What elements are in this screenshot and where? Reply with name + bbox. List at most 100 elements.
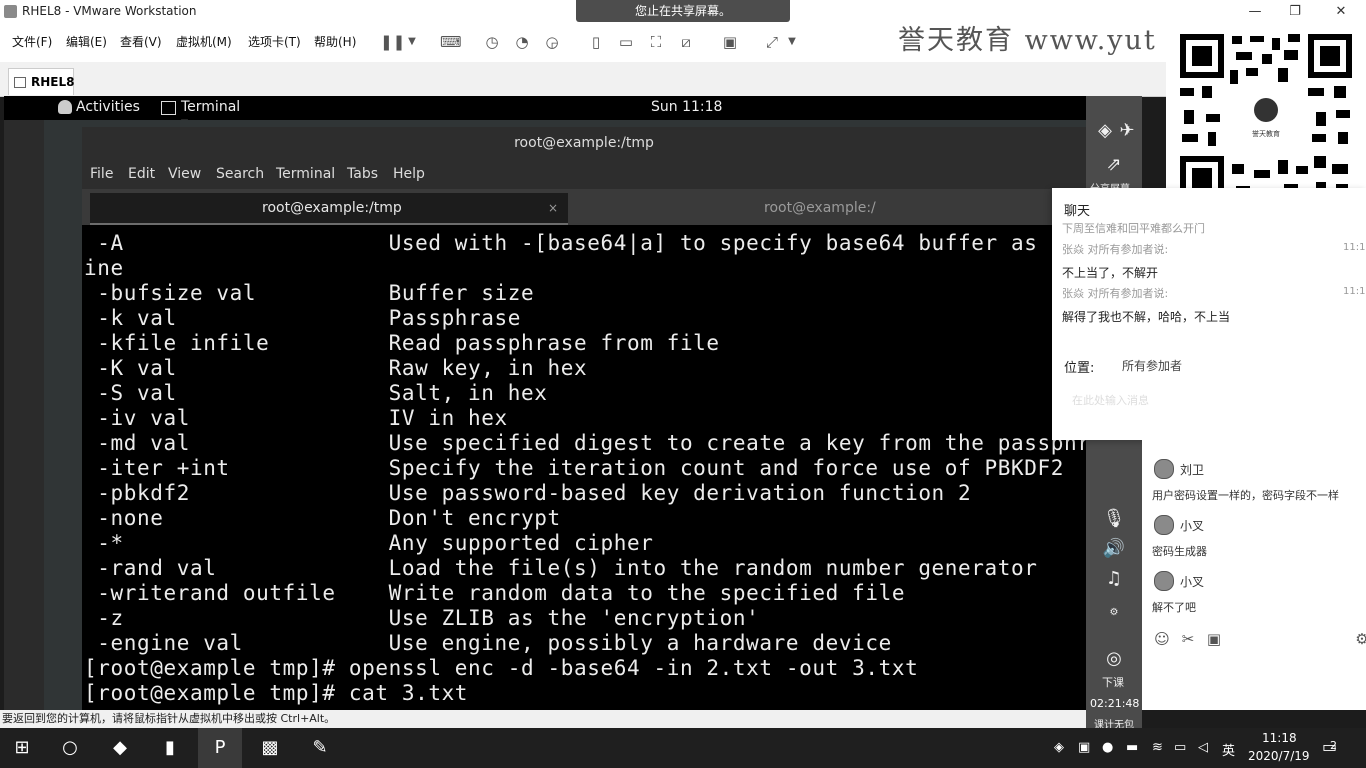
terminal-menu-search[interactable]: Search <box>216 166 264 182</box>
vm-tab-rhel8[interactable]: RHEL8 <box>8 68 74 95</box>
wifi-icon[interactable]: ≋ <box>1152 740 1163 755</box>
search-icon[interactable]: ○ <box>48 728 92 768</box>
windows-start-icon[interactable]: ⊞ <box>0 728 44 768</box>
image-icon[interactable]: ▣ <box>1204 630 1224 650</box>
vmware-app-icon[interactable]: ◆ <box>98 728 142 768</box>
pause-icon[interactable]: ❚❚ <box>380 32 405 52</box>
terminal-line: -z Use ZLIB as the 'encryption' <box>84 606 760 630</box>
desktop-edge <box>4 120 44 710</box>
powerpoint-app-icon[interactable]: P <box>198 728 242 768</box>
vmware-status-bar: 要返回到您的计算机，请将鼠标指针从虚拟机中移出或按 Ctrl+Alt。 <box>0 710 1086 728</box>
chat-timestamp: 11:17 <box>1343 242 1366 253</box>
emoji-icon[interactable]: ☺ <box>1152 630 1172 650</box>
snapshot-icon[interactable]: ◷ <box>482 32 502 52</box>
terminal-output[interactable]: -A Used with -[base64|a] to specify base… <box>82 229 1086 710</box>
chevron-down-icon[interactable]: ▼ <box>782 32 802 52</box>
chat-sender-line: 张焱 对所有参加者说: <box>1062 287 1169 300</box>
terminal-icon[interactable]: ▣ <box>720 32 740 52</box>
taskbar-time[interactable]: 11:18 <box>1262 731 1297 745</box>
terminal-line: -* Any supported cipher <box>84 531 654 555</box>
gnome-clock[interactable]: Sun 11:18 <box>651 99 722 115</box>
tray-icon[interactable]: ▣ <box>1078 740 1090 755</box>
tray-icon[interactable]: ◈ <box>1054 740 1064 755</box>
gear-icon[interactable]: ⚙ <box>1352 630 1366 650</box>
avatar <box>1154 459 1174 479</box>
scissors-icon[interactable]: ✂ <box>1178 630 1198 650</box>
feed-message: 用户密码设置一样的，密码字段不一样 <box>1152 489 1339 502</box>
chevron-down-icon[interactable]: ▼ <box>402 32 422 52</box>
terminal-menubar: File Edit View Search Terminal Tabs Help <box>82 159 1086 189</box>
maximize-button[interactable]: ❐ <box>1280 2 1310 22</box>
close-button[interactable]: ✕ <box>1326 2 1356 22</box>
bookmark-app-icon[interactable]: ▮ <box>148 728 192 768</box>
feed-sender: 小叉 <box>1180 575 1205 589</box>
paint-app-icon[interactable]: ✎ <box>298 728 342 768</box>
window-app-icon[interactable]: ▩ <box>248 728 292 768</box>
terminal-line: -writerand outfile Write random data to … <box>84 581 906 605</box>
snapshot-restore-icon[interactable]: ◔ <box>512 32 532 52</box>
terminal-tab-label: root@example:/tmp <box>262 200 402 216</box>
terminal-line: -none Don't encrypt <box>84 506 561 530</box>
terminal-line: -A Used with -[base64|a] to specify base… <box>84 231 1086 255</box>
activities-button[interactable]: Activities <box>76 99 140 115</box>
share-screen-icon[interactable]: ⇗ <box>1099 152 1129 178</box>
menu-edit[interactable]: 编辑(E) <box>66 33 107 50</box>
terminal-line: -pbkdf2 Use password-based key derivatio… <box>84 481 972 505</box>
battery-icon[interactable]: ▭ <box>1174 740 1186 755</box>
qr-code-image: 誉天教育 <box>1178 32 1354 202</box>
volume-icon[interactable]: ◁ <box>1198 740 1208 755</box>
terminal-menu-file[interactable]: File <box>90 166 113 182</box>
avatar <box>1154 571 1174 591</box>
close-icon[interactable]: × <box>548 193 558 223</box>
terminal-tabs: root@example:/tmp × root@example:/ × <box>82 189 1086 225</box>
sidebar-toggle-icon[interactable]: ▯ <box>586 32 606 52</box>
vm-tab-label: RHEL8 <box>31 75 75 89</box>
unity-icon[interactable]: ⧄ <box>676 32 696 52</box>
settings-icon[interactable]: ⚙ <box>1099 600 1129 626</box>
taskbar-date[interactable]: 2020/7/19 <box>1248 749 1310 763</box>
qr-logo-text: 誉天教育 <box>1252 129 1280 138</box>
notification-icon[interactable]: ▭ 2 <box>1322 737 1344 757</box>
fullscreen-icon[interactable]: ⛶ <box>646 32 666 52</box>
snapshot-manager-icon[interactable]: ◶ <box>542 32 562 52</box>
terminal-menu-edit[interactable]: Edit <box>128 166 155 182</box>
terminal-menu-help[interactable]: Help <box>393 166 425 182</box>
menu-file[interactable]: 文件(F) <box>12 33 52 50</box>
terminal-menu-tabs[interactable]: Tabs <box>347 166 378 182</box>
menu-view[interactable]: 查看(V) <box>120 33 162 50</box>
menu-vm[interactable]: 虚拟机(M) <box>176 33 232 50</box>
send-keys-icon[interactable]: ⌨ <box>440 32 462 52</box>
window-title: RHEL8 - VMware Workstation <box>22 4 197 18</box>
terminal-tab-label: root@example:/ <box>764 200 876 216</box>
tray-icon[interactable]: ▬ <box>1126 740 1138 755</box>
avatar <box>1154 515 1174 535</box>
windows-taskbar: ⊞ ○ ◆ ▮ P ▩ ✎ ◈ ▣ ● ▬ ≋ ▭ ◁ 英 11:18 2020… <box>0 728 1366 768</box>
console-view-icon[interactable]: ▭ <box>616 32 636 52</box>
ime-indicator[interactable]: 英 <box>1222 740 1235 759</box>
speaker-icon[interactable]: 🔊 <box>1099 536 1129 562</box>
terminal-line: -bufsize val Buffer size <box>84 281 535 305</box>
end-class-icon[interactable]: ◎ <box>1099 646 1129 672</box>
terminal-menu-view[interactable]: View <box>168 166 201 182</box>
music-icon[interactable]: ♫ <box>1099 566 1129 592</box>
chat-sender-line: 张焱 对所有参加者说: <box>1062 243 1169 256</box>
terminal-line: -K val Raw key, in hex <box>84 356 588 380</box>
tray-icon[interactable]: ● <box>1102 740 1113 755</box>
terminal-tab-tmp[interactable]: root@example:/tmp × <box>90 193 568 225</box>
status-text: 要返回到您的计算机，请将鼠标指针从虚拟机中移出或按 Ctrl+Alt。 <box>2 712 336 725</box>
chat-input[interactable]: 在此处输入消息 <box>1072 392 1149 408</box>
terminal-command-line: [root@example tmp]# openssl enc -d -base… <box>84 656 919 680</box>
terminal-menu-terminal[interactable]: Terminal <box>276 166 335 182</box>
notification-count: 2 <box>1330 739 1337 752</box>
airplane-icon[interactable]: ✈ <box>1112 118 1142 144</box>
stretch-icon[interactable]: ⤢ <box>762 32 782 52</box>
vm-icon <box>14 77 26 88</box>
chat-recipient-select[interactable]: 所有参加者 <box>1122 357 1182 374</box>
menu-tabs[interactable]: 选项卡(T) <box>248 33 301 50</box>
minimize-button[interactable]: — <box>1240 2 1270 22</box>
feed-message: 解不了吧 <box>1152 601 1196 614</box>
terminal-tab-root[interactable]: root@example:/ × <box>570 193 1080 223</box>
chat-timestamp: 11:17 <box>1343 286 1366 297</box>
microphone-icon[interactable]: 🎙 <box>1099 506 1129 532</box>
menu-help[interactable]: 帮助(H) <box>314 33 356 50</box>
